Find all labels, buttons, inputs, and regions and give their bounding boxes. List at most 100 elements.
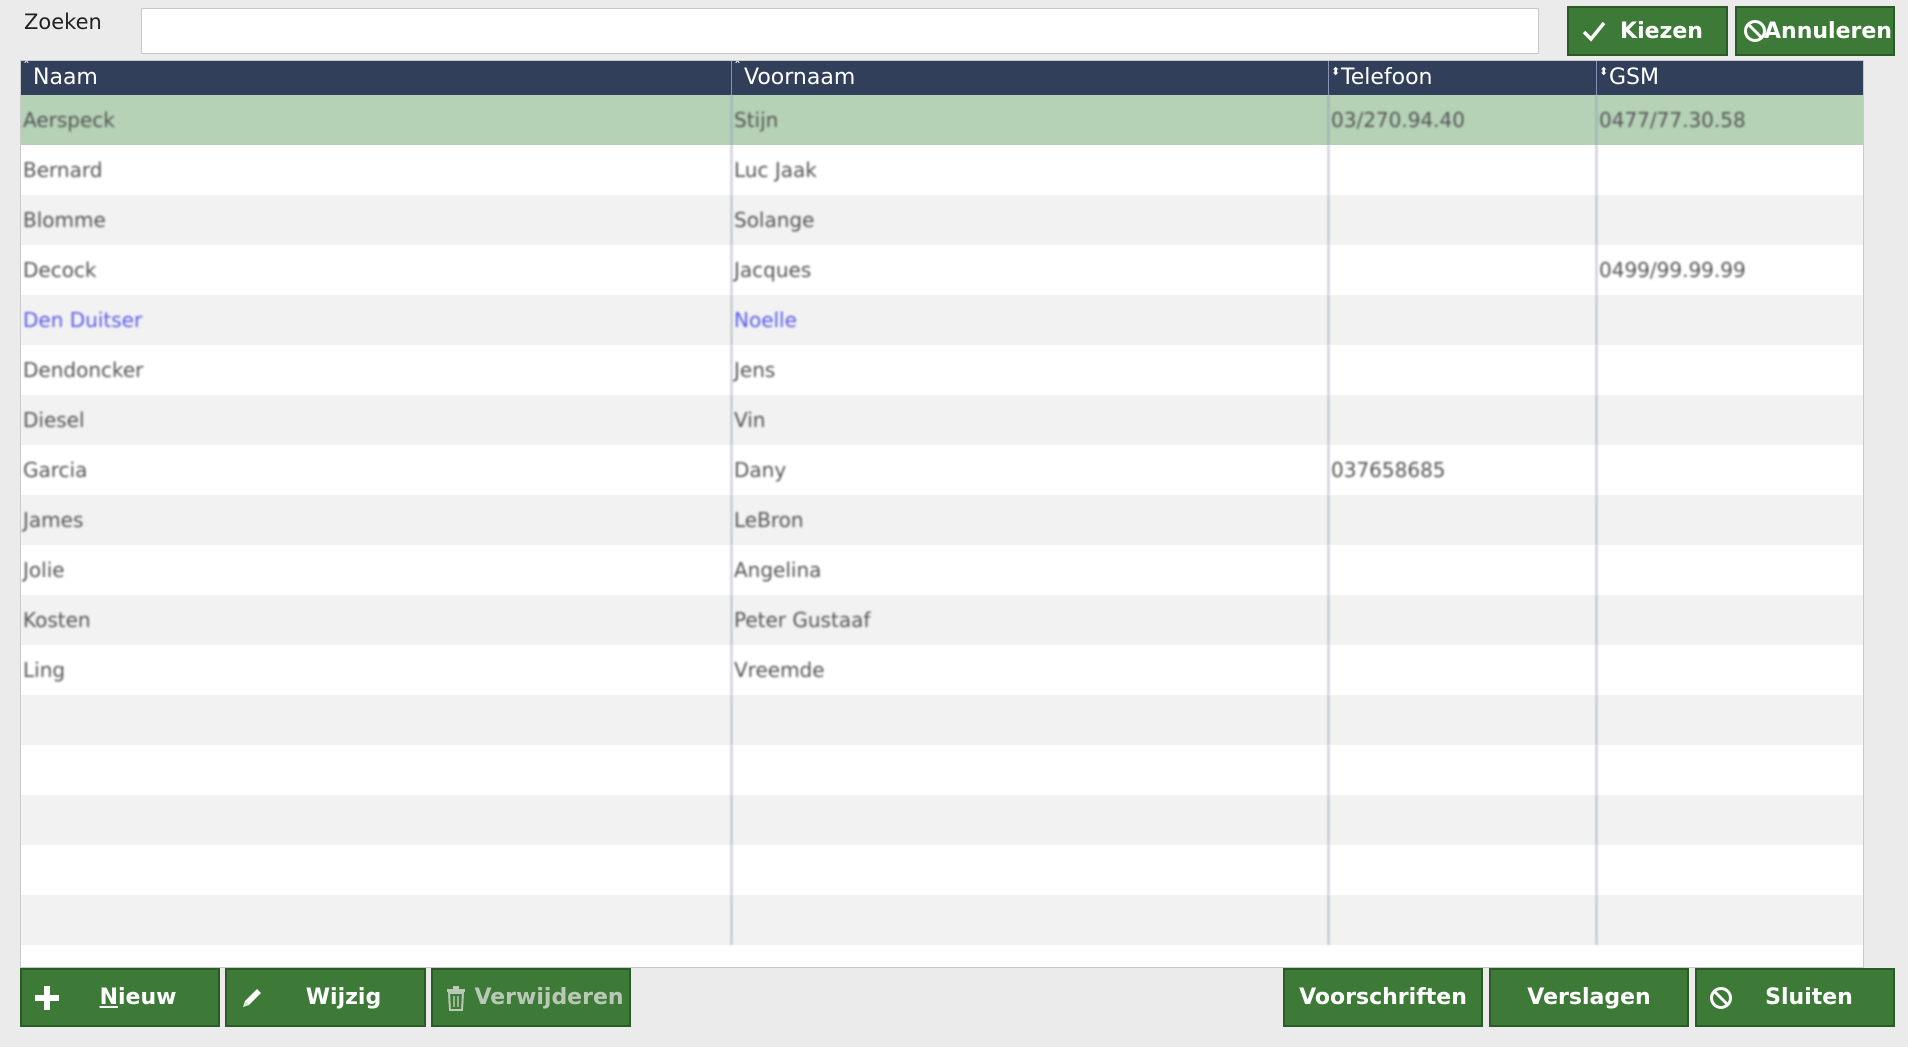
new-button-mnemonic: N [99,985,118,1010]
table-row[interactable]: James LeBron [21,495,1863,545]
cell-naam: Diesel [21,395,732,445]
table-row[interactable]: Decock Jacques 0499/99.99.99 [21,245,1863,295]
cell-voornaam [732,795,1329,845]
cell-telefoon [1329,145,1597,195]
column-header-telefoon[interactable]: ⬍ Telefoon [1329,61,1597,95]
cell-naam: Den Duitser [21,295,732,345]
cell-telefoon [1329,245,1597,295]
choose-button-label: Kiezen [1620,18,1703,44]
cell-voornaam [732,845,1329,895]
check-icon [1581,20,1607,42]
table-row[interactable]: Garcia Dany 037658685 [21,445,1863,495]
search-label: Zoeken [24,10,102,34]
sort-both-icon: ⬍ [1599,65,1609,78]
column-header-naam[interactable]: ˆ Naam [21,61,732,95]
cell-naam: Jolie [21,545,732,595]
cell-naam [21,695,732,745]
cell-voornaam [732,695,1329,745]
pencil-icon [239,985,265,1011]
table-row[interactable] [21,745,1863,795]
close-button[interactable]: Sluiten [1695,968,1895,1027]
edit-button[interactable]: Wijzig [225,968,426,1027]
delete-button[interactable]: Verwijderen [431,968,631,1027]
sort-asc-icon: ˆ [23,60,30,76]
cell-gsm [1597,645,1863,695]
cell-naam: Ling [21,645,732,695]
cell-telefoon [1329,645,1597,695]
cancel-button-label: Annuleren [1764,18,1892,44]
cell-naam [21,895,732,945]
cell-gsm [1597,145,1863,195]
cell-voornaam [732,745,1329,795]
cell-telefoon [1329,545,1597,595]
cell-voornaam: Noelle [732,295,1329,345]
prescriptions-button[interactable]: Voorschriften [1283,968,1483,1027]
table-row[interactable] [21,795,1863,845]
new-button-label: ieuw [117,985,177,1010]
table-row[interactable]: Bernard Luc Jaak [21,145,1863,195]
cell-voornaam: Peter Gustaaf [732,595,1329,645]
cell-gsm [1597,545,1863,595]
cell-telefoon [1329,845,1597,895]
cell-telefoon [1329,495,1597,545]
cell-voornaam: Jacques [732,245,1329,295]
cell-gsm: 0477/77.30.58 [1597,95,1863,145]
table-row[interactable] [21,845,1863,895]
cell-telefoon [1329,895,1597,945]
table-row[interactable]: Aerspeck Stijn 03/270.94.40 0477/77.30.58 [21,95,1863,145]
table-row[interactable]: Kosten Peter Gustaaf [21,595,1863,645]
patient-grid[interactable]: ˆ Naam ˆ Voornaam ⬍ Telefoon ⬍ GSM Aerspeck S… [20,60,1864,968]
cell-telefoon [1329,695,1597,745]
cell-voornaam: LeBron [732,495,1329,545]
search-input[interactable] [141,8,1539,54]
table-row[interactable]: Ling Vreemde [21,645,1863,695]
column-header-gsm[interactable]: ⬍ GSM [1597,61,1863,95]
cell-gsm: 0499/99.99.99 [1597,245,1863,295]
cell-telefoon [1329,795,1597,845]
cell-gsm [1597,795,1863,845]
table-row[interactable] [21,895,1863,945]
new-button[interactable]: Nieuw [20,968,220,1027]
column-header-label: GSM [1609,65,1659,90]
cell-naam: Dendoncker [21,345,732,395]
table-row[interactable] [21,695,1863,745]
cell-gsm [1597,595,1863,645]
cell-naam: Aerspeck [21,95,732,145]
cell-gsm [1597,345,1863,395]
cell-naam: Bernard [21,145,732,195]
cancel-button[interactable]: Annuleren [1735,6,1895,56]
cell-voornaam: Vreemde [732,645,1329,695]
table-row[interactable]: Blomme Solange [21,195,1863,245]
no-entry-icon [1743,19,1767,43]
column-header-label: Telefoon [1341,65,1433,90]
no-entry-icon [1709,986,1733,1010]
cell-voornaam: Vin [732,395,1329,445]
prescriptions-button-label: Voorschriften [1299,985,1467,1010]
table-row[interactable]: Den Duitser Noelle [21,295,1863,345]
cell-naam: Garcia [21,445,732,495]
grid-header: ˆ Naam ˆ Voornaam ⬍ Telefoon ⬍ GSM [21,61,1863,95]
column-header-voornaam[interactable]: ˆ Voornaam [732,61,1329,95]
cell-naam [21,745,732,795]
cell-voornaam: Solange [732,195,1329,245]
cell-gsm [1597,495,1863,545]
cell-telefoon [1329,295,1597,345]
close-button-label: Sluiten [1765,985,1853,1010]
cell-naam: Blomme [21,195,732,245]
cell-gsm [1597,895,1863,945]
table-row[interactable]: Diesel Vin [21,395,1863,445]
cell-naam [21,845,732,895]
table-row[interactable]: Jolie Angelina [21,545,1863,595]
column-header-label: Naam [33,65,98,90]
cell-gsm [1597,445,1863,495]
table-row[interactable]: Dendoncker Jens [21,345,1863,395]
cell-telefoon: 037658685 [1329,445,1597,495]
cell-telefoon [1329,345,1597,395]
cell-gsm [1597,745,1863,795]
reports-button[interactable]: Verslagen [1489,968,1689,1027]
choose-button[interactable]: Kiezen [1567,6,1728,56]
grid-rows: Aerspeck Stijn 03/270.94.40 0477/77.30.58 Be… [21,95,1863,945]
cell-voornaam: Jens [732,345,1329,395]
cell-telefoon [1329,745,1597,795]
cell-gsm [1597,695,1863,745]
